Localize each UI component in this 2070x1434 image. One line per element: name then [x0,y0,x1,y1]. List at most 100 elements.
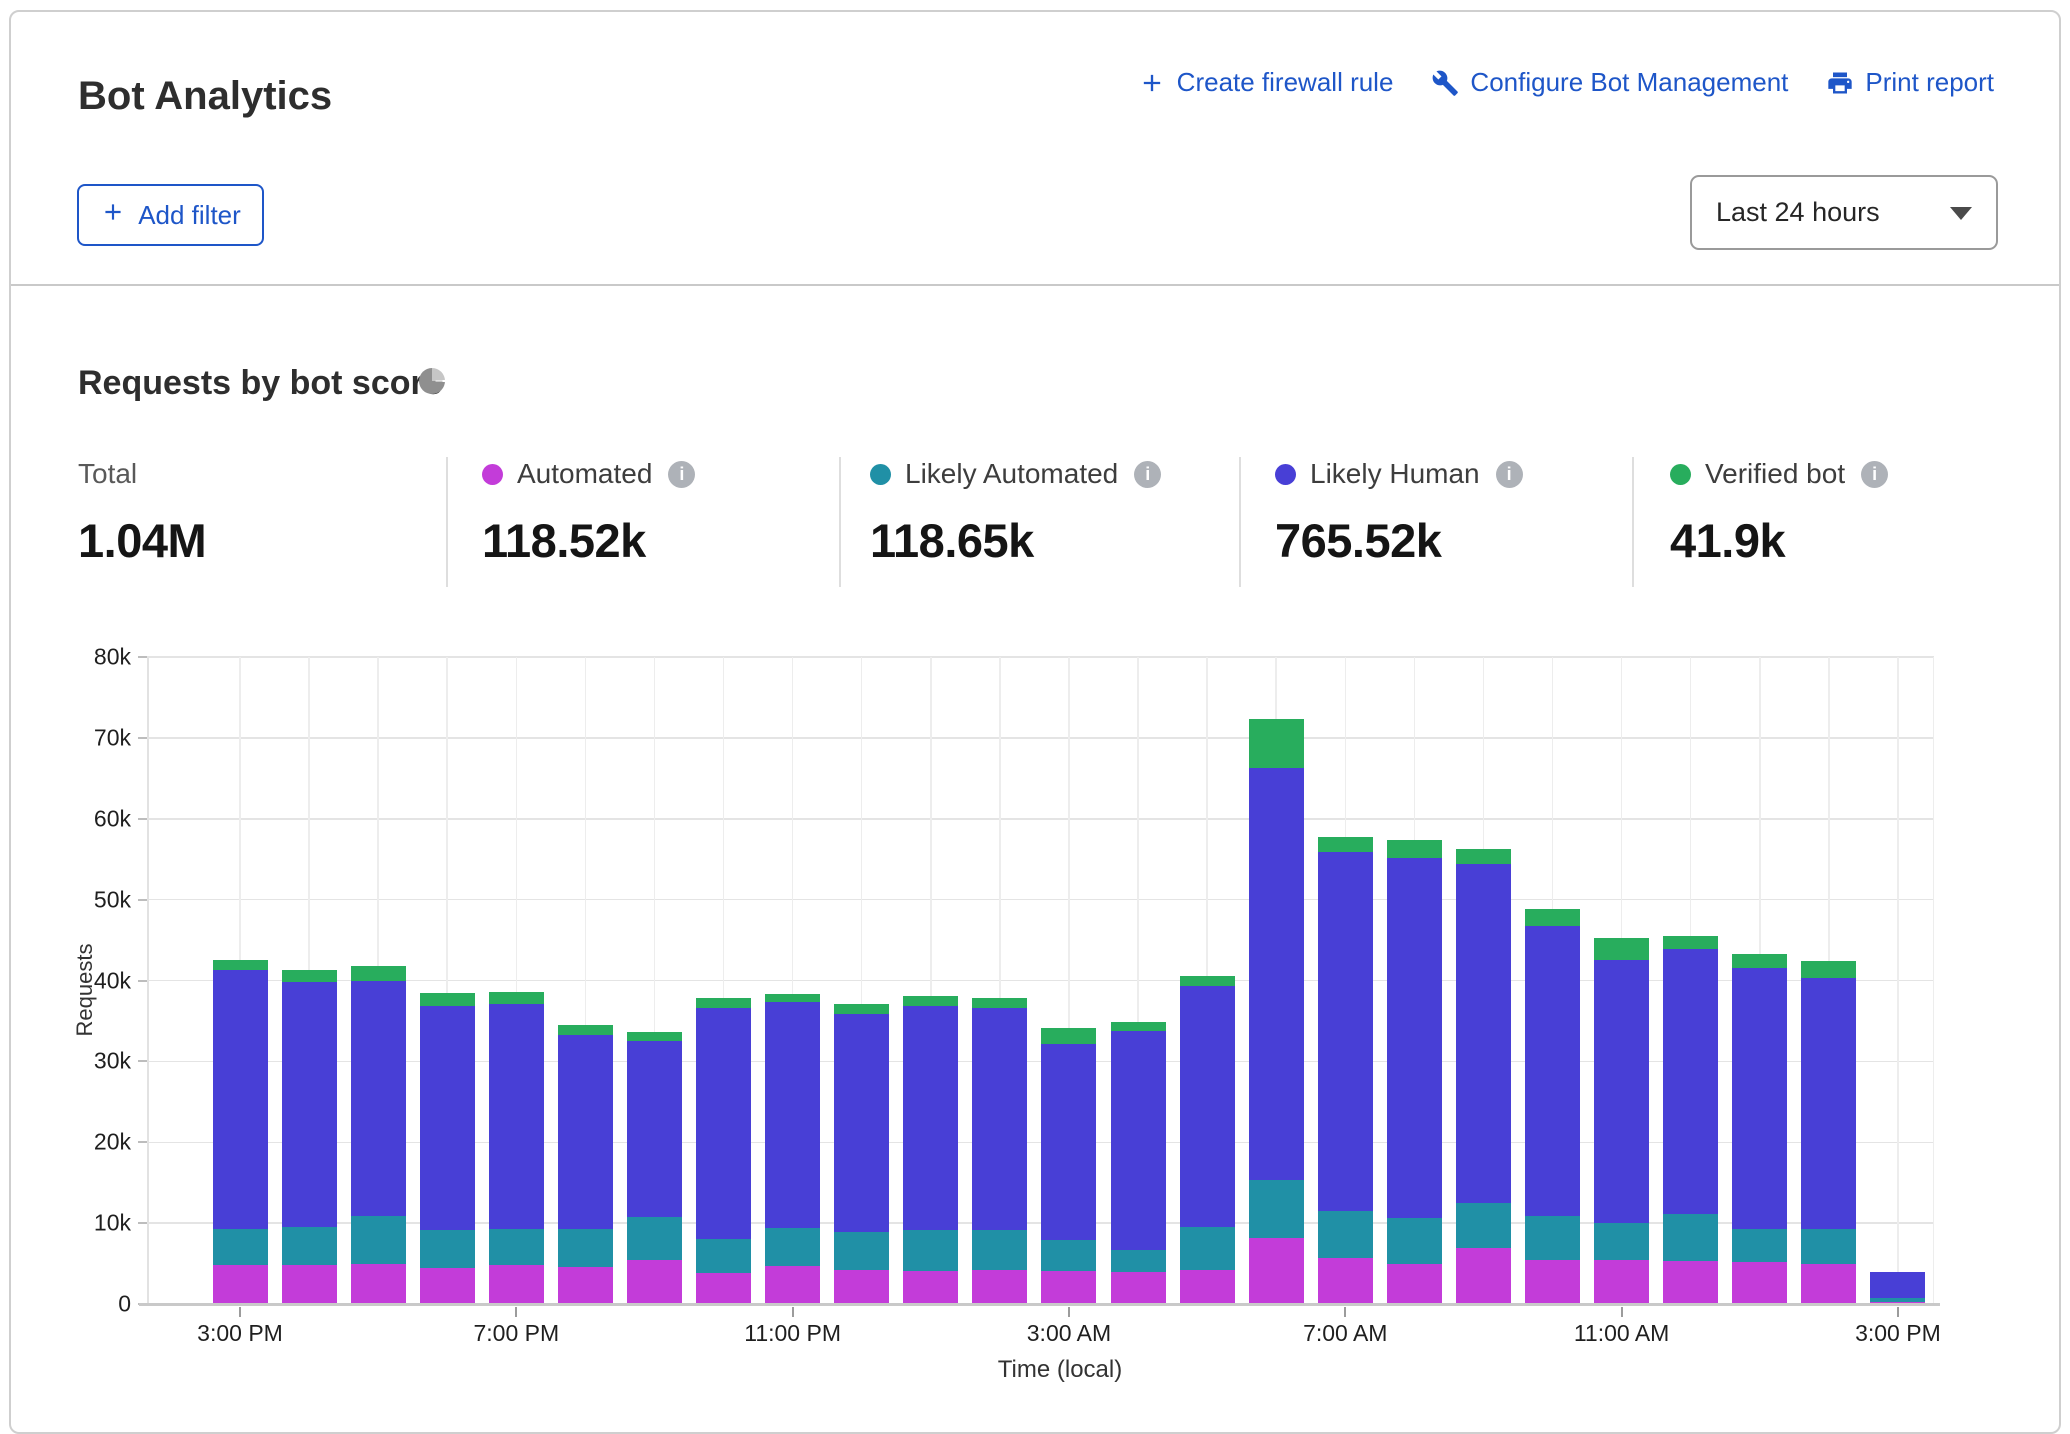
bar-segment-automated [1525,1260,1580,1304]
chart-bar[interactable] [282,970,337,1304]
chart-bar[interactable] [765,994,820,1304]
bar-segment-automated [558,1267,613,1304]
bar-segment-likely-human [489,1004,544,1229]
bar-segment-likely-automated [1111,1250,1166,1272]
bar-segment-likely-automated [1594,1223,1649,1260]
bar-segment-likely-automated [903,1230,958,1271]
chart-bar[interactable] [1180,976,1235,1304]
bar-segment-verified-bot [1801,961,1856,978]
bar-segment-verified-bot [1180,976,1235,987]
bar-segment-verified-bot [351,966,406,981]
bar-segment-likely-human [972,1008,1027,1230]
chart-bar[interactable] [558,1025,613,1304]
bot-analytics-card: Bot Analytics Create firewall rule Confi… [9,10,2061,1434]
x-tick-label: 7:00 AM [1303,1320,1387,1347]
y-tick [138,1060,147,1062]
bar-segment-likely-human [1111,1031,1166,1249]
x-tick [1068,1307,1070,1317]
chart-bar[interactable] [1801,961,1856,1304]
bar-segment-likely-automated [558,1229,613,1267]
x-tick-label: 7:00 PM [473,1320,559,1347]
gridline-horizontal [147,899,1934,901]
x-tick [792,1307,794,1317]
bar-segment-verified-bot [420,993,475,1006]
bar-segment-verified-bot [1249,719,1304,768]
requests-by-bot-score-chart: Requests Time (local) 010k20k30k40k50k60… [11,12,2059,1432]
bar-segment-likely-automated [1663,1214,1718,1261]
x-tick [1621,1307,1623,1317]
bar-segment-likely-human [1870,1272,1925,1297]
bar-segment-automated [282,1265,337,1304]
bar-segment-likely-human [420,1006,475,1230]
bar-segment-likely-human [351,981,406,1216]
y-tick-label: 20k [94,1129,131,1156]
y-tick [138,899,147,901]
chart-bar[interactable] [1318,837,1373,1304]
y-tick [138,737,147,739]
chart-bar[interactable] [420,993,475,1304]
gridline-vertical [1933,657,1935,1304]
x-tick-label: 11:00 AM [1574,1320,1669,1347]
chart-bar[interactable] [1594,938,1649,1304]
chart-bar[interactable] [1249,719,1304,1304]
bar-segment-likely-human [1249,768,1304,1180]
chart-bar[interactable] [1456,849,1511,1304]
bar-segment-verified-bot [1456,849,1511,864]
bar-segment-likely-automated [1041,1240,1096,1271]
x-tick [239,1307,241,1317]
chart-bar[interactable] [1525,909,1580,1304]
bar-segment-automated [489,1265,544,1304]
chart-bar[interactable] [1111,1022,1166,1304]
x-tick-label: 3:00 PM [1855,1320,1941,1347]
bar-segment-automated [1180,1270,1235,1304]
bar-segment-automated [351,1264,406,1304]
y-tick [138,818,147,820]
chart-bar[interactable] [213,960,268,1304]
bar-segment-automated [903,1271,958,1304]
bar-segment-likely-human [1180,986,1235,1227]
bar-segment-verified-bot [903,996,958,1007]
bar-segment-verified-bot [1041,1028,1096,1043]
chart-bar[interactable] [489,992,544,1304]
bar-segment-likely-human [1041,1044,1096,1241]
y-tick-label: 50k [94,886,131,913]
chart-bar[interactable] [1387,840,1442,1304]
chart-bar[interactable] [627,1032,682,1304]
bar-segment-verified-bot [282,970,337,982]
bar-segment-verified-bot [627,1032,682,1041]
y-tick-label: 80k [94,644,131,671]
bar-segment-likely-automated [420,1230,475,1268]
bar-segment-likely-automated [282,1227,337,1265]
bar-segment-verified-bot [765,994,820,1002]
gridline-horizontal [147,656,1934,658]
chart-bar[interactable] [1870,1272,1925,1304]
chart-bar[interactable] [1663,936,1718,1304]
chart-bar[interactable] [972,998,1027,1304]
bar-segment-likely-automated [765,1228,820,1266]
bar-segment-automated [1456,1248,1511,1304]
bar-segment-automated [1041,1271,1096,1304]
y-tick-label: 60k [94,805,131,832]
bar-segment-likely-automated [972,1230,1027,1270]
chart-bar[interactable] [1041,1028,1096,1304]
bar-segment-likely-human [282,982,337,1227]
y-tick-label: 70k [94,724,131,751]
y-tick [138,1222,147,1224]
chart-bar[interactable] [834,1004,889,1304]
bar-segment-automated [834,1270,889,1304]
bar-segment-likely-human [1594,960,1649,1223]
bar-segment-automated [1801,1264,1856,1304]
bar-segment-likely-automated [627,1217,682,1260]
bar-segment-automated [972,1270,1027,1304]
bar-segment-likely-human [834,1014,889,1232]
bar-segment-likely-human [1456,864,1511,1203]
chart-bar[interactable] [696,998,751,1304]
x-tick [515,1307,517,1317]
chart-bar[interactable] [1732,954,1787,1304]
bar-segment-likely-human [1387,858,1442,1218]
bar-segment-likely-human [1801,978,1856,1229]
chart-bar[interactable] [351,966,406,1304]
x-tick-label: 3:00 AM [1027,1320,1111,1347]
chart-bar[interactable] [903,996,958,1304]
bar-segment-likely-human [1318,852,1373,1211]
